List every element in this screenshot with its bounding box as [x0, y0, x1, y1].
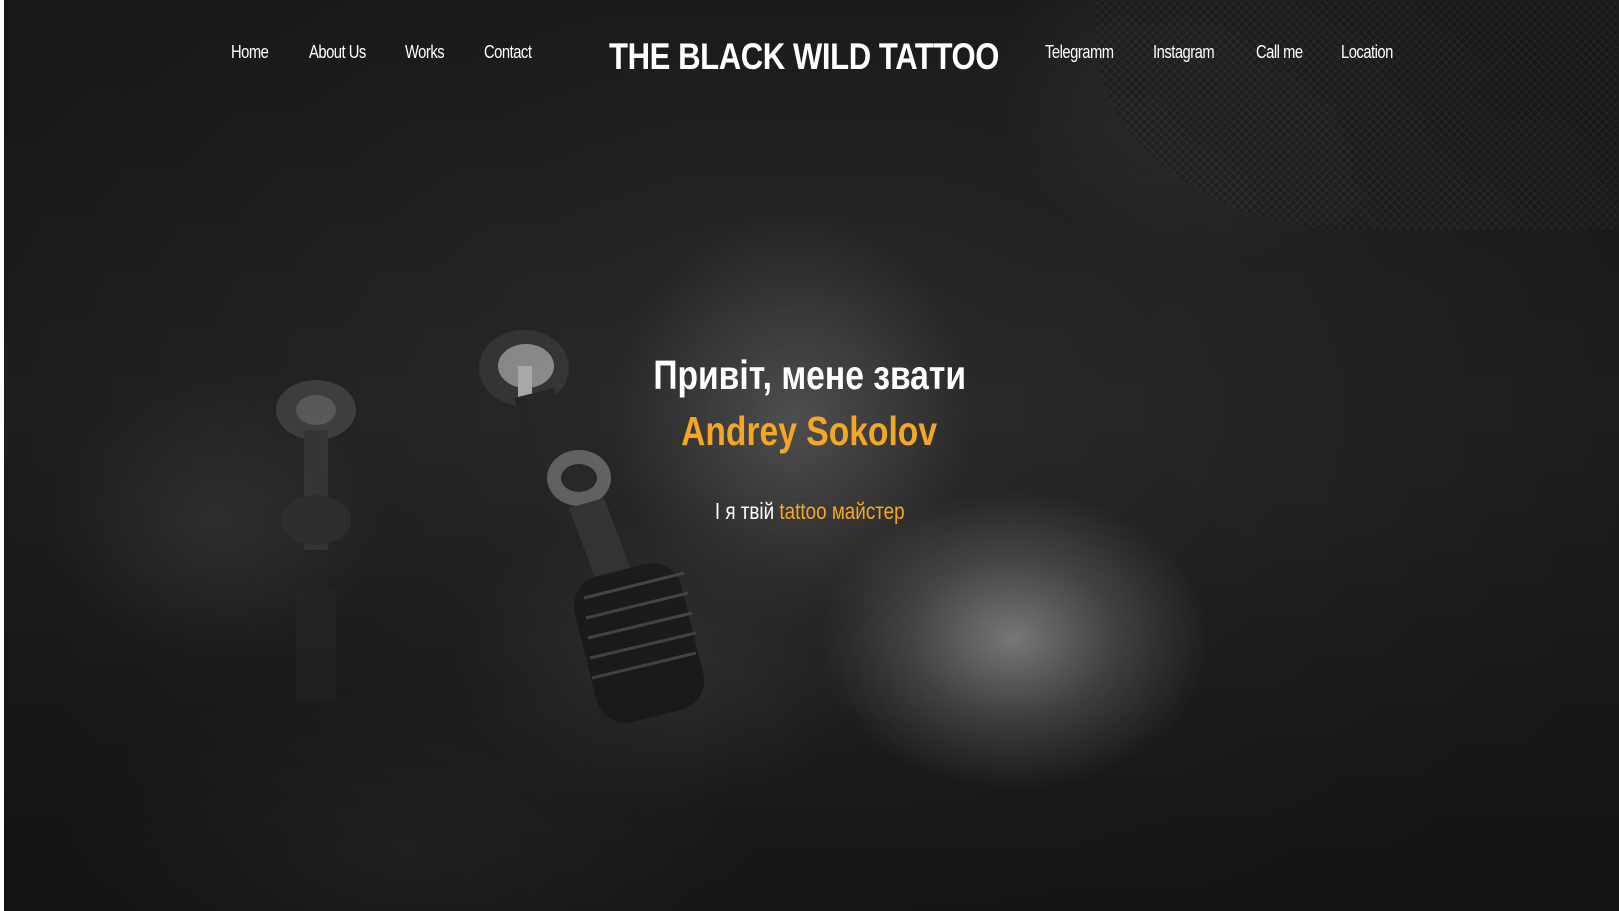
- nav-link-about-us[interactable]: About Us: [309, 42, 366, 63]
- hero-overlay: [4, 0, 1619, 911]
- nav-link-works[interactable]: Works: [405, 42, 445, 63]
- nav-link-location[interactable]: Location: [1341, 42, 1393, 63]
- tagline-accent: tattoo майстер: [779, 498, 905, 524]
- hero-tagline: І я твій tattoo майстер: [0, 498, 1619, 525]
- nav-link-call-me[interactable]: Call me: [1256, 42, 1303, 63]
- nav-link-contact[interactable]: Contact: [484, 42, 532, 63]
- hero-greeting-text: Привіт, мене звати: [653, 352, 966, 398]
- nav-link-home[interactable]: Home: [231, 42, 269, 63]
- top-navigation: Home About Us Works Contact THE BLACK WI…: [0, 0, 1619, 112]
- hero-artist-name: Andrey Sokolov: [0, 408, 1619, 455]
- hero-artist-name-text: Andrey Sokolov: [681, 408, 938, 454]
- site-logo-title[interactable]: THE BLACK WILD TATTOO: [609, 36, 999, 78]
- nav-link-instagram[interactable]: Instagram: [1153, 42, 1215, 63]
- hero-tagline-text: І я твій tattoo майстер: [715, 498, 905, 525]
- tagline-prefix: І я твій: [714, 498, 774, 524]
- nav-link-telegramm[interactable]: Telegramm: [1045, 42, 1114, 63]
- hero-greeting: Привіт, мене звати: [0, 352, 1619, 399]
- hero-background-photo: [4, 0, 1619, 911]
